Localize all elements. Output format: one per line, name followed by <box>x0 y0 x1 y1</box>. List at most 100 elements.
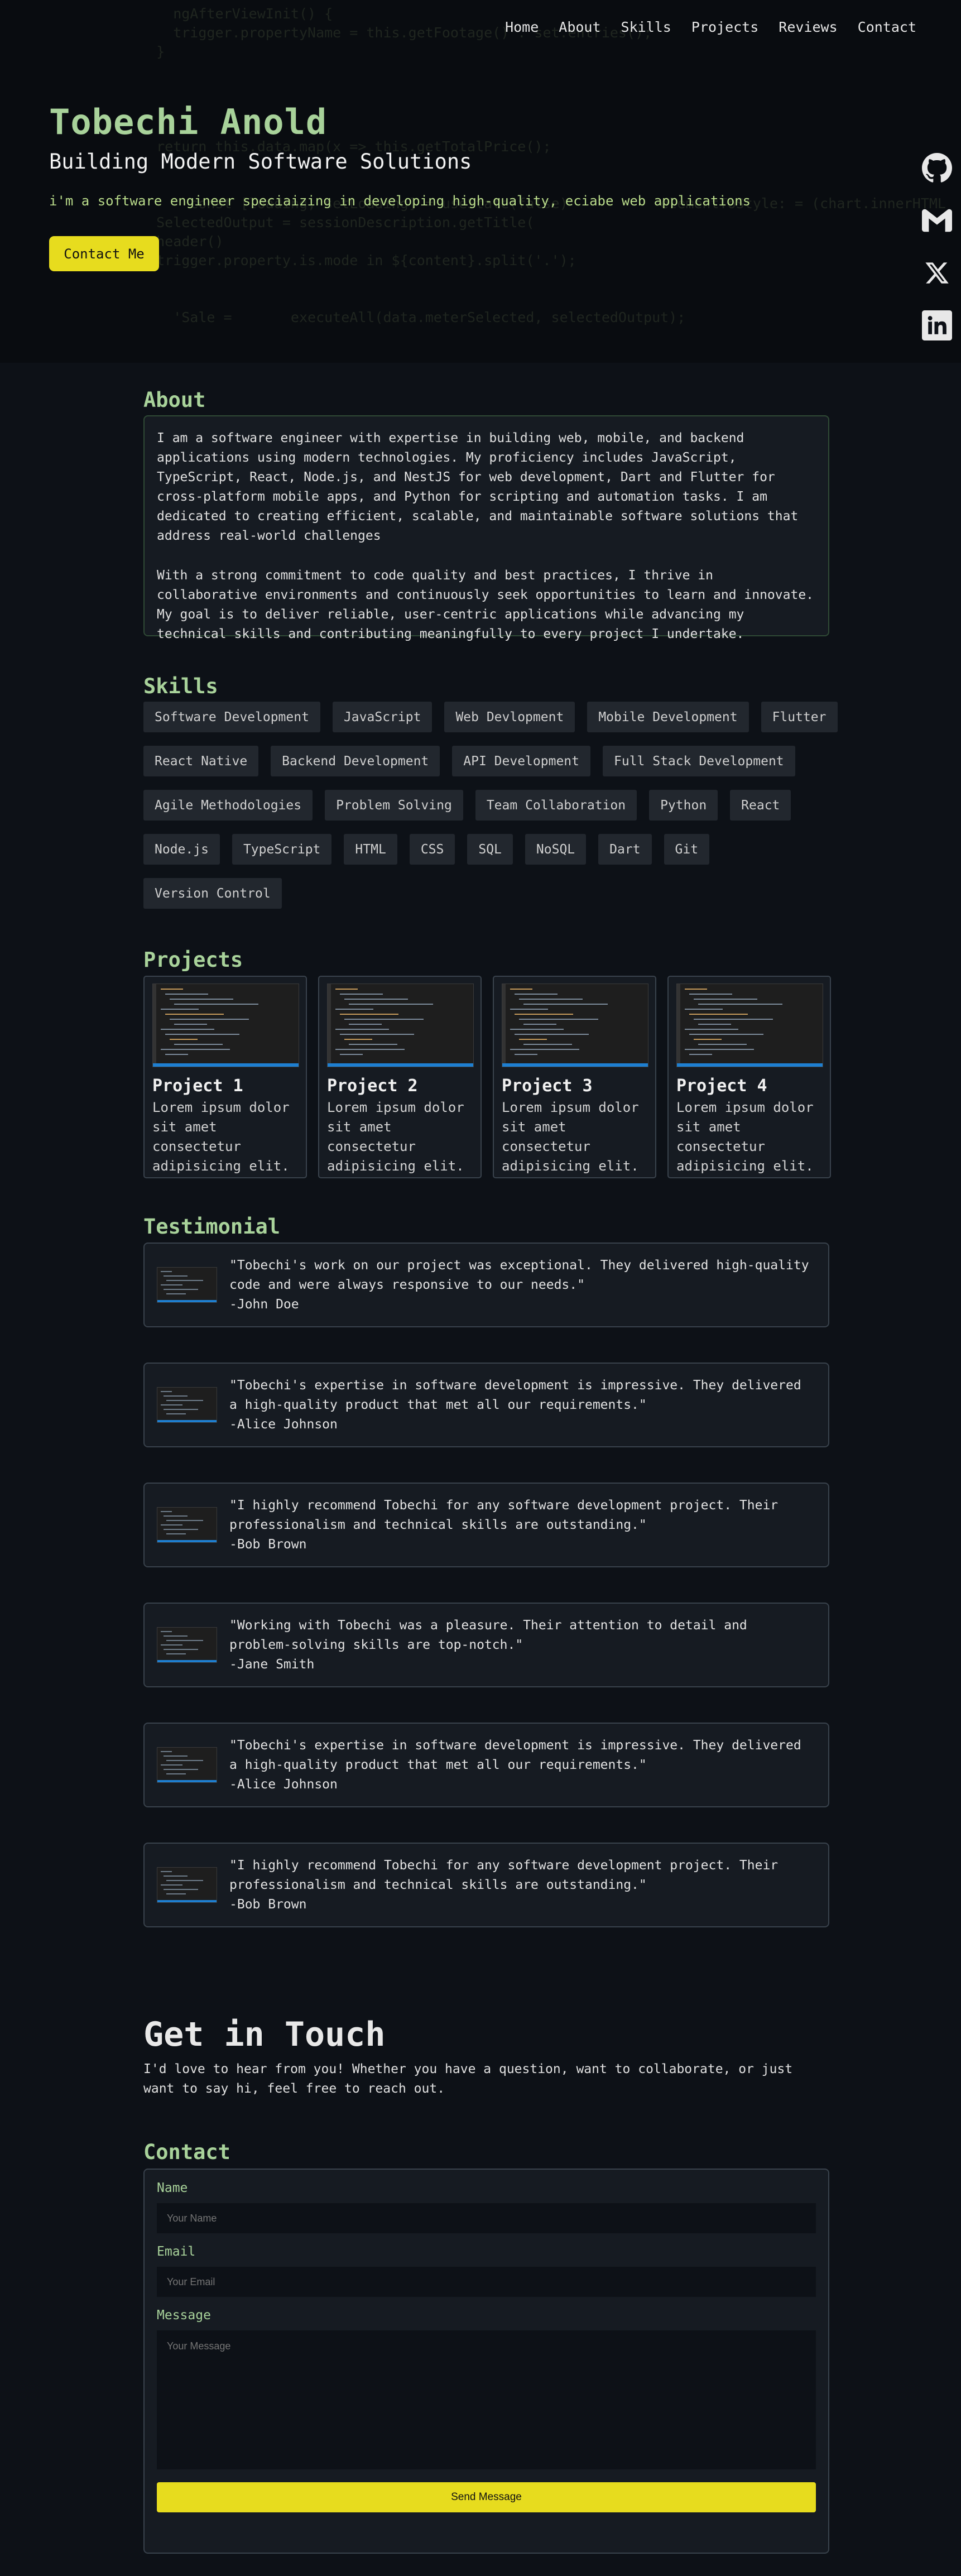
skill-chip: Problem Solving <box>325 790 463 821</box>
project-description: Lorem ipsum dolor sit amet consectetur a… <box>327 1100 464 1174</box>
testimonial-quote: "Tobechi's expertise in software develop… <box>229 1378 801 1412</box>
email-label: Email <box>157 2244 196 2259</box>
projects-grid: Project 1 Lorem ipsum dolor sit amet con… <box>143 976 831 1178</box>
project-description: Lorem ipsum dolor sit amet consectetur a… <box>152 1100 290 1174</box>
skill-chip: Flutter <box>761 702 838 732</box>
contact-title: Contact <box>143 2140 230 2164</box>
testimonial-quote: "I highly recommend Tobechi for any soft… <box>229 1498 779 1532</box>
skill-chip: Web Devlopment <box>444 702 575 732</box>
x-icon[interactable] <box>922 257 952 289</box>
skill-chip: Software Development <box>143 702 320 732</box>
hero-tagline: i'm a software engineer speciaizing in d… <box>49 193 751 209</box>
contact-form: Name Email Message Send Message <box>143 2169 829 2554</box>
skill-chip: Mobile Development <box>587 702 749 732</box>
hero-section: ngAfterViewInit() { trigger.propertyName… <box>0 0 961 363</box>
skill-chip: Team Collaboration <box>475 790 637 821</box>
project-screenshot <box>676 984 823 1067</box>
skill-chip: Node.js <box>143 834 220 865</box>
message-label: Message <box>157 2308 211 2323</box>
about-paragraph-2: With a strong commitment to code quality… <box>157 568 814 641</box>
send-message-button[interactable]: Send Message <box>157 2482 816 2512</box>
nav-skills[interactable]: Skills <box>621 19 671 35</box>
about-title: About <box>143 388 206 412</box>
name-field[interactable] <box>157 2203 816 2233</box>
skill-chip: NoSQL <box>525 834 587 865</box>
testimonial-title: Testimonial <box>143 1215 281 1239</box>
skill-chip: Agile Methodologies <box>143 790 313 821</box>
testimonial-quote: "Tobechi's expertise in software develop… <box>229 1738 801 1772</box>
project-title: Project 4 <box>676 1076 767 1096</box>
social-links <box>922 152 952 342</box>
skill-chip: Git <box>664 834 710 865</box>
email-field[interactable] <box>157 2267 816 2297</box>
testimonial-author: -Alice Johnson <box>229 1777 338 1792</box>
skills-title: Skills <box>143 674 218 698</box>
get-in-touch-title: Get in Touch <box>143 2015 386 2054</box>
get-in-touch-text: I'd love to hear from you! Whether you h… <box>143 2062 793 2096</box>
testimonial-card: "Working with Tobechi was a pleasure. Th… <box>143 1603 829 1687</box>
nav-reviews[interactable]: Reviews <box>779 19 837 35</box>
projects-title: Projects <box>143 948 243 972</box>
skills-list: Software Development JavaScript Web Devl… <box>143 702 847 909</box>
project-title: Project 2 <box>327 1076 418 1096</box>
github-icon[interactable] <box>922 152 952 184</box>
nav-projects[interactable]: Projects <box>691 19 758 35</box>
skill-chip: CSS <box>409 834 455 865</box>
hero-code-background: ngAfterViewInit() { trigger.propertyName… <box>156 6 946 325</box>
testimonial-thumbnail <box>157 1507 217 1543</box>
testimonial-thumbnail <box>157 1387 217 1423</box>
testimonial-author: -Bob Brown <box>229 1897 307 1912</box>
project-screenshot <box>502 984 648 1067</box>
name-label: Name <box>157 2181 188 2195</box>
testimonial-card: "I highly recommend Tobechi for any soft… <box>143 1483 829 1567</box>
hero-name: Tobechi Anold <box>49 102 328 142</box>
skill-chip: JavaScript <box>332 702 433 732</box>
testimonial-author: -Alice Johnson <box>229 1417 338 1432</box>
skill-chip: Python <box>649 790 718 821</box>
testimonial-author: -John Doe <box>229 1297 299 1312</box>
project-title: Project 3 <box>502 1076 593 1096</box>
skill-chip: Full Stack Development <box>603 746 795 776</box>
nav-about[interactable]: About <box>559 19 600 35</box>
top-nav: Home About Skills Projects Reviews Conta… <box>505 19 916 35</box>
testimonial-quote: "Tobechi's work on our project was excep… <box>229 1258 809 1292</box>
testimonial-thumbnail <box>157 1867 217 1903</box>
project-card[interactable]: Project 1 Lorem ipsum dolor sit amet con… <box>143 976 307 1178</box>
nav-contact[interactable]: Contact <box>858 19 916 35</box>
skill-chip: TypeScript <box>232 834 332 865</box>
project-card[interactable]: Project 2 Lorem ipsum dolor sit amet con… <box>318 976 482 1178</box>
testimonial-author: -Jane Smith <box>229 1657 315 1672</box>
skill-chip: Dart <box>598 834 652 865</box>
gmail-icon[interactable] <box>922 204 952 237</box>
project-description: Lorem ipsum dolor sit amet consectetur a… <box>502 1100 639 1174</box>
about-panel: I am a software engineer with expertise … <box>143 415 829 641</box>
testimonial-card: "Tobechi's expertise in software develop… <box>143 1723 829 1807</box>
testimonial-card: "Tobechi's expertise in software develop… <box>143 1363 829 1447</box>
testimonial-author: -Bob Brown <box>229 1537 307 1552</box>
testimonial-quote: "I highly recommend Tobechi for any soft… <box>229 1858 779 1892</box>
skill-chip: HTML <box>344 834 397 865</box>
message-field[interactable] <box>157 2330 816 2469</box>
project-card[interactable]: Project 4 Lorem ipsum dolor sit amet con… <box>667 976 831 1178</box>
testimonial-thumbnail <box>157 1267 217 1303</box>
testimonial-card: "Tobechi's work on our project was excep… <box>143 1243 829 1327</box>
skill-chip: React Native <box>143 746 259 776</box>
linkedin-icon[interactable] <box>922 309 952 342</box>
skill-chip: Backend Development <box>271 746 440 776</box>
skill-chip: API Development <box>452 746 590 776</box>
testimonial-thumbnail <box>157 1627 217 1663</box>
hero-subtitle: Building Modern Software Solutions <box>49 150 472 174</box>
project-title: Project 1 <box>152 1076 243 1096</box>
about-paragraph-1: I am a software engineer with expertise … <box>157 431 799 543</box>
testimonial-thumbnail <box>157 1747 217 1783</box>
skill-chip: React <box>730 790 791 821</box>
skill-chip: SQL <box>467 834 513 865</box>
testimonial-card: "I highly recommend Tobechi for any soft… <box>143 1843 829 1927</box>
project-card[interactable]: Project 3 Lorem ipsum dolor sit amet con… <box>493 976 656 1178</box>
contact-me-button[interactable]: Contact Me <box>49 236 159 271</box>
project-screenshot <box>152 984 299 1067</box>
project-screenshot <box>327 984 474 1067</box>
nav-home[interactable]: Home <box>505 19 539 35</box>
testimonial-quote: "Working with Tobechi was a pleasure. Th… <box>229 1618 747 1652</box>
project-description: Lorem ipsum dolor sit amet consectetur a… <box>676 1100 814 1174</box>
